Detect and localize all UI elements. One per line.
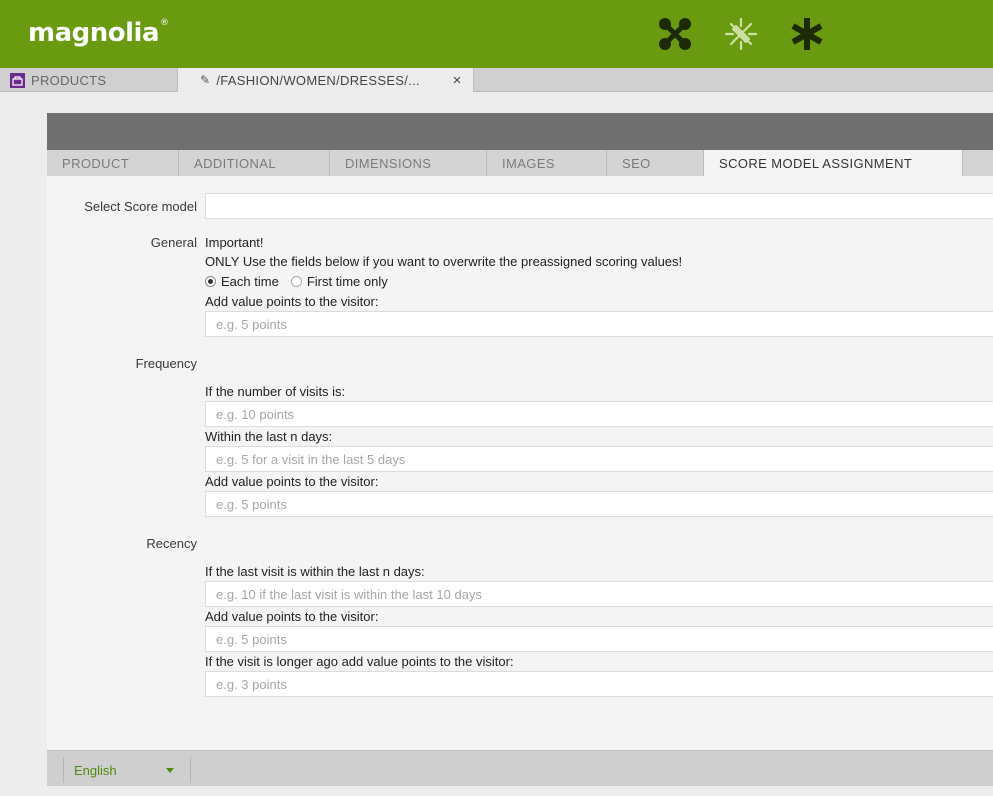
close-tab-icon[interactable]: × xyxy=(448,68,466,92)
magnolia-logo[interactable]: magnolia® xyxy=(28,18,169,48)
important-text: Important! xyxy=(205,235,264,250)
within-days-input[interactable]: e.g. 5 for a visit in the last 5 days xyxy=(205,446,993,472)
warning-text: ONLY Use the fields below if you want to… xyxy=(205,254,683,269)
recency-label: Recency xyxy=(146,536,197,551)
radio-on-icon xyxy=(205,276,216,287)
recency-add-points-input[interactable]: e.g. 5 points xyxy=(205,626,993,652)
tab-images[interactable]: IMAGES xyxy=(487,150,607,176)
last-visit-input[interactable]: e.g. 10 if the last visit is within the … xyxy=(205,581,993,607)
pencil-icon: ✎ xyxy=(200,73,211,87)
score-model-form: Select Score model General Important! ON… xyxy=(47,176,993,750)
frequency-radio-group: Each time First time only xyxy=(205,274,400,289)
visits-input[interactable]: e.g. 10 points xyxy=(205,401,993,427)
radio-each-time[interactable]: Each time xyxy=(205,274,279,289)
select-score-model-label: Select Score model xyxy=(84,199,197,214)
tab-products[interactable]: PRODUCTS xyxy=(0,68,178,92)
longer-ago-label: If the visit is longer ago add value poi… xyxy=(205,654,514,669)
pulse-icon[interactable] xyxy=(721,14,761,54)
tab-products-label: PRODUCTS xyxy=(31,72,107,88)
longer-ago-input[interactable]: e.g. 3 points xyxy=(205,671,993,697)
radio-first-time-only[interactable]: First time only xyxy=(290,274,388,289)
within-days-label: Within the last n days: xyxy=(205,429,333,444)
tab-path-label: /FASHION/WOMEN/DRESSES/... xyxy=(216,72,420,88)
add-points-label: Add value points to the visitor: xyxy=(205,294,379,309)
tab-product[interactable]: PRODUCT xyxy=(47,150,179,176)
tab-score-model-assignment[interactable]: SCORE MODEL ASSIGNMENT xyxy=(704,150,963,176)
tab-dimensions[interactable]: DIMENSIONS xyxy=(330,150,487,176)
dialog-tabs: PRODUCT ADDITIONAL DIMENSIONS IMAGES SEO… xyxy=(47,150,993,176)
frequency-add-points-label: Add value points to the visitor: xyxy=(205,474,379,489)
frequency-label: Frequency xyxy=(135,356,197,371)
applauncher-icon[interactable] xyxy=(655,14,695,54)
radio-off-icon xyxy=(290,276,302,287)
add-points-input[interactable]: e.g. 5 points xyxy=(205,311,993,337)
top-bar: magnolia® xyxy=(0,0,993,68)
dialog-footer: English xyxy=(47,750,993,786)
tab-additional[interactable]: ADDITIONAL xyxy=(179,150,330,176)
visits-label: If the number of visits is: xyxy=(205,384,346,399)
work-area: PRODUCT ADDITIONAL DIMENSIONS IMAGES SEO… xyxy=(0,92,993,796)
dropdown-caret-icon xyxy=(166,768,174,773)
language-select[interactable]: English xyxy=(63,757,191,783)
recency-add-points-label: Add value points to the visitor: xyxy=(205,609,379,624)
favorites-asterisk-icon[interactable] xyxy=(787,14,827,54)
edit-dialog: PRODUCT ADDITIONAL DIMENSIONS IMAGES SEO… xyxy=(47,113,993,786)
frequency-add-points-input[interactable]: e.g. 5 points xyxy=(205,491,993,517)
dialog-header xyxy=(47,113,993,150)
score-model-select[interactable] xyxy=(205,193,993,219)
last-visit-label: If the last visit is within the last n d… xyxy=(205,564,425,579)
tab-seo[interactable]: SEO xyxy=(607,150,704,176)
tab-product-detail[interactable]: ✎ /FASHION/WOMEN/DRESSES/... xyxy=(178,68,474,92)
app-launcher-icons xyxy=(655,14,853,54)
app-tab-bar: PRODUCTS ✎ /FASHION/WOMEN/DRESSES/... × xyxy=(0,68,993,92)
general-label: General xyxy=(150,235,197,250)
products-app-icon xyxy=(10,72,25,88)
language-value: English xyxy=(74,762,117,778)
